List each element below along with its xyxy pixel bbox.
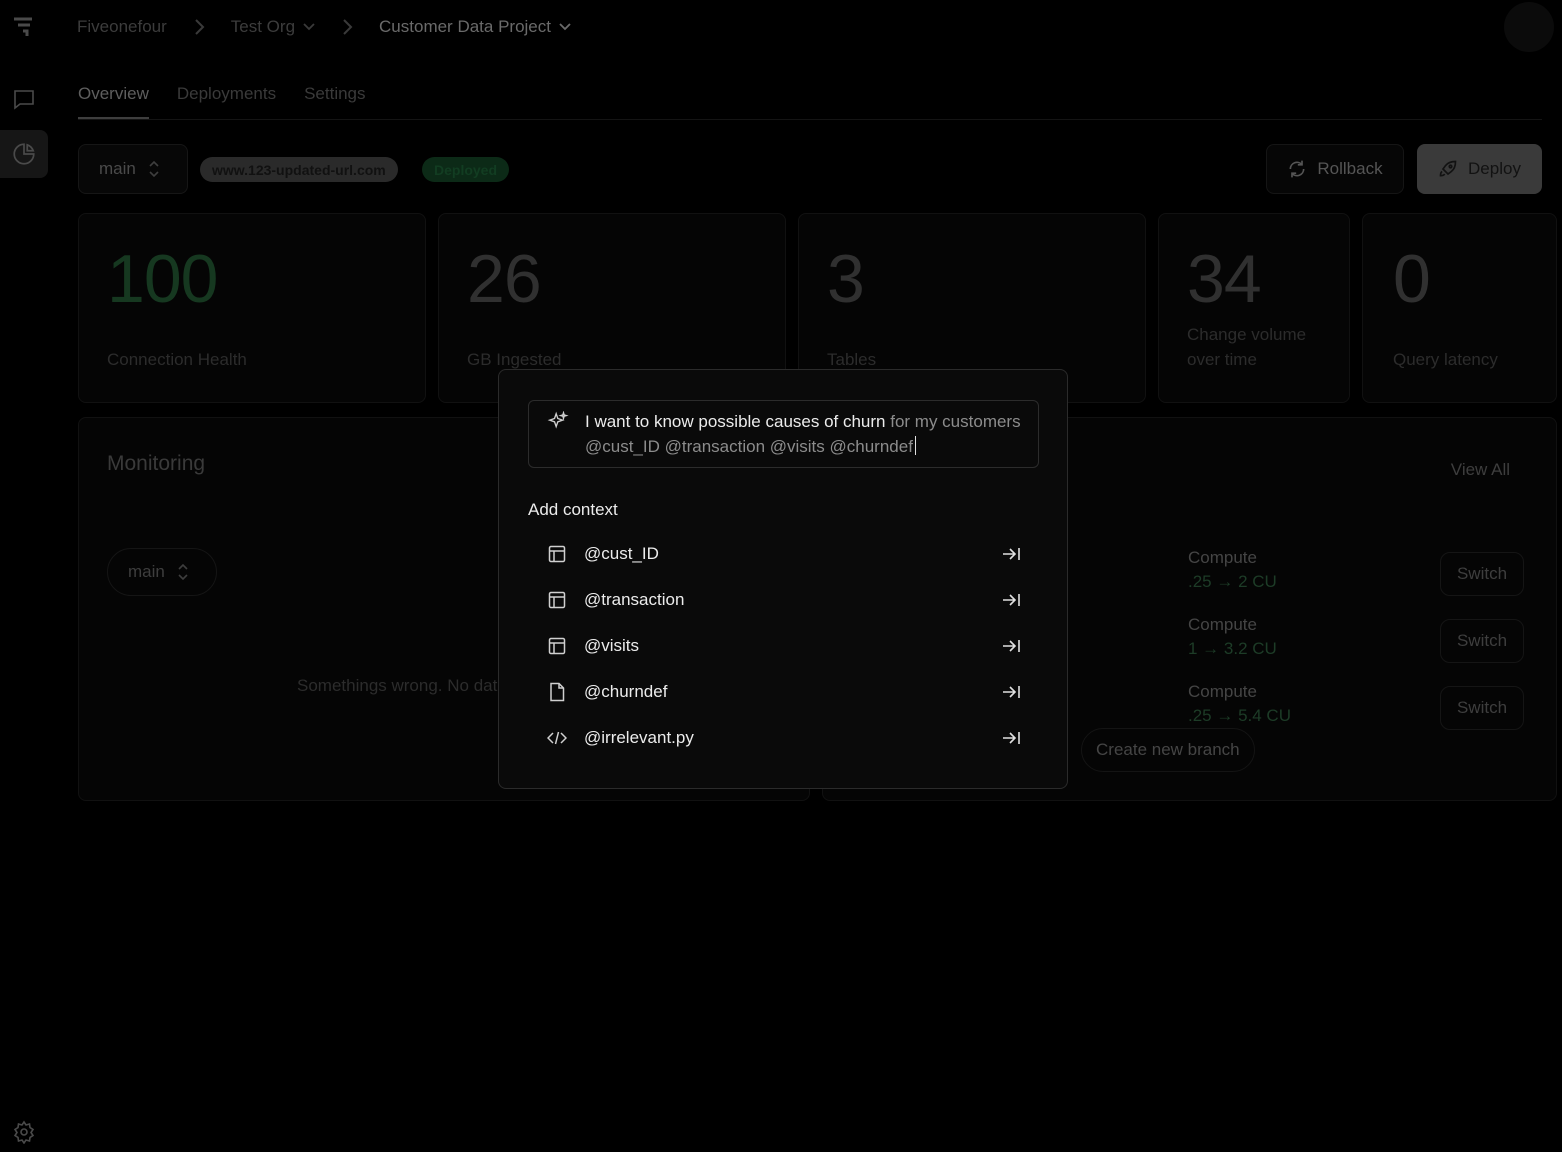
rocket-icon — [1439, 160, 1457, 177]
breadcrumb-project[interactable]: Customer Data Project — [379, 17, 571, 37]
tab-deployments[interactable]: Deployments — [177, 84, 276, 119]
context-item[interactable]: @churndef — [547, 677, 1022, 707]
file-icon — [547, 682, 567, 702]
switch-button[interactable]: Switch — [1440, 619, 1524, 663]
context-item-label: @transaction — [584, 590, 685, 609]
tab-overview[interactable]: Overview — [78, 84, 149, 119]
monitoring-empty-message: Somethings wrong. No dat — [297, 676, 498, 695]
context-item-label: @irrelevant.py — [584, 728, 694, 747]
monitoring-branch-select[interactable]: main — [107, 548, 217, 596]
insert-arrow-icon[interactable] — [1000, 589, 1022, 611]
monitoring-title: Monitoring — [107, 452, 206, 475]
view-all-link[interactable]: View All — [1451, 460, 1510, 480]
switch-button[interactable]: Switch — [1440, 552, 1524, 596]
branch-select[interactable]: main — [78, 144, 188, 194]
context-item[interactable]: @transaction — [547, 585, 1022, 615]
stat-card-connection-health: 100 Connection Health — [78, 213, 426, 403]
chevron-up-down-icon — [149, 160, 159, 178]
table-icon — [547, 590, 567, 610]
context-item-label: @visits — [584, 636, 640, 655]
stat-value: 26 — [467, 241, 542, 317]
deploy-button[interactable]: Deploy — [1417, 144, 1542, 194]
table-icon — [547, 544, 567, 564]
insert-arrow-icon[interactable] — [1000, 635, 1022, 657]
chevron-up-down-icon — [178, 563, 188, 581]
breadcrumb-org[interactable]: Test Org — [231, 17, 315, 37]
breadcrumb-org-root[interactable]: Fiveonefour — [77, 17, 167, 37]
settings-gear-icon[interactable] — [0, 1108, 48, 1152]
stat-card-query-latency: 0 Query latency — [1362, 213, 1557, 403]
refresh-icon — [1289, 160, 1305, 178]
rollback-label: Rollback — [1317, 159, 1383, 178]
code-icon — [547, 728, 567, 748]
chat-icon[interactable] — [0, 75, 48, 123]
chevron-down-icon — [559, 23, 571, 31]
chevron-down-icon — [303, 23, 315, 31]
monitoring-branch-label: main — [128, 562, 165, 581]
status-badge: Deployed — [422, 157, 510, 182]
sidebar — [0, 0, 48, 1152]
context-item-label: @cust_ID — [584, 544, 659, 563]
tab-bar: Overview Deployments Settings — [78, 84, 1542, 120]
prompt-typed-text: I want to know possible causes of churn — [585, 412, 886, 431]
avatar[interactable] — [1504, 2, 1554, 52]
context-item[interactable]: @visits — [547, 631, 1022, 661]
breadcrumb-project-label: Customer Data Project — [379, 17, 551, 36]
rollback-button[interactable]: Rollback — [1266, 144, 1404, 194]
breadcrumb-org-label: Test Org — [230, 17, 296, 36]
chevron-right-icon — [341, 18, 353, 36]
stat-label: Query latency — [1393, 350, 1498, 369]
sparkle-icon — [547, 410, 569, 438]
stat-value: 34 — [1187, 241, 1262, 317]
insert-arrow-icon[interactable] — [1000, 543, 1022, 565]
stat-label: Connection Health — [107, 350, 247, 369]
switch-button[interactable]: Switch — [1440, 686, 1524, 730]
stat-card-change-volume: 34 Change volume over time — [1158, 213, 1350, 403]
prompt-text: I want to know possible causes of churn … — [585, 409, 1025, 459]
insert-arrow-icon[interactable] — [1000, 727, 1022, 749]
chevron-right-icon — [193, 18, 205, 36]
app-logo-icon[interactable] — [0, 2, 48, 50]
deployment-url-badge[interactable]: www.123-updated-url.com — [200, 157, 398, 182]
stat-value: 100 — [107, 241, 218, 317]
context-title: Add context — [528, 500, 618, 519]
create-branch-button[interactable]: Create new branch — [1081, 728, 1255, 772]
branch-select-label: main — [99, 159, 136, 178]
stat-label: Change volume over time — [1187, 325, 1307, 369]
context-item-label: @churndef — [584, 682, 668, 701]
text-caret — [914, 436, 916, 455]
prompt-input[interactable]: I want to know possible causes of churn … — [528, 400, 1039, 468]
stat-value: 3 — [827, 241, 865, 317]
deploy-label: Deploy — [1468, 159, 1521, 178]
breadcrumb: Fiveonefour Test Org Customer Data Proje… — [77, 14, 571, 40]
context-item[interactable]: @irrelevant.py — [547, 723, 1022, 753]
stat-value: 0 — [1393, 241, 1431, 317]
insert-arrow-icon[interactable] — [1000, 681, 1022, 703]
ai-prompt-modal: I want to know possible causes of churn … — [498, 369, 1068, 789]
context-item[interactable]: @cust_ID — [547, 539, 1022, 569]
table-icon — [547, 636, 567, 656]
analytics-icon[interactable] — [0, 130, 48, 178]
tab-settings[interactable]: Settings — [304, 84, 365, 119]
